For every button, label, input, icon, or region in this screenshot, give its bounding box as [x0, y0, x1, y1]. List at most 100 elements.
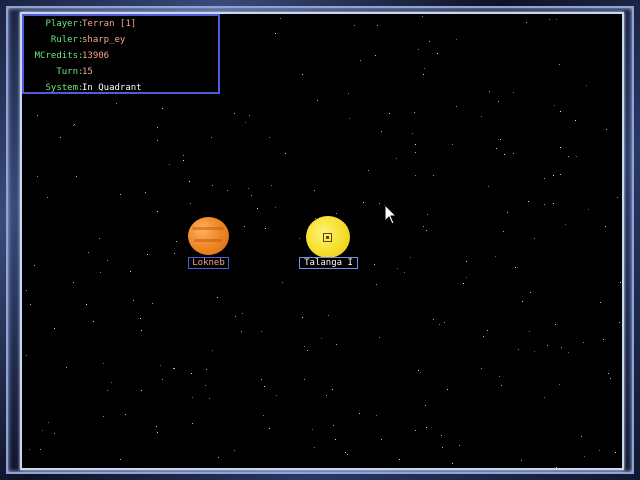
star [285, 153, 286, 154]
star [304, 379, 305, 380]
star [426, 230, 427, 231]
star [130, 271, 131, 272]
star [174, 253, 175, 254]
star [377, 25, 378, 26]
system-label: System [45, 83, 78, 93]
star [379, 337, 380, 338]
player-label: Player [45, 19, 78, 29]
star [526, 22, 527, 23]
info-panel: Player : Terran [1] Ruler : sharp_ey MCr… [22, 14, 220, 94]
planet-label-talanga-i[interactable]: Talanga I [299, 257, 358, 269]
star [176, 241, 177, 242]
star [37, 176, 38, 177]
star [528, 201, 529, 202]
star [156, 426, 157, 427]
star [553, 175, 554, 176]
star [456, 106, 457, 107]
star [588, 209, 589, 210]
star [93, 321, 94, 322]
star [48, 422, 49, 423]
star [560, 174, 561, 175]
star [251, 195, 252, 196]
star [565, 224, 566, 225]
star [360, 60, 361, 61]
star [560, 147, 561, 148]
star [415, 144, 416, 145]
star [269, 137, 270, 138]
star [414, 112, 415, 113]
star [209, 398, 210, 399]
star [282, 282, 283, 283]
star [606, 129, 607, 130]
star [568, 352, 569, 353]
star [422, 16, 423, 17]
mcredits-label: MCredits [34, 51, 78, 61]
star [261, 331, 262, 332]
star [100, 272, 101, 273]
star [147, 254, 148, 255]
star [336, 344, 337, 345]
ruler-value: sharp_ey [82, 35, 126, 45]
star [29, 449, 30, 450]
star [489, 91, 490, 92]
star [481, 116, 482, 117]
star [183, 160, 184, 161]
star [483, 336, 484, 337]
star [162, 108, 163, 109]
star [120, 459, 121, 460]
star [466, 277, 467, 278]
star [499, 376, 500, 377]
star [575, 120, 576, 121]
planet-lokneb[interactable] [188, 217, 229, 255]
star [248, 188, 249, 189]
star [559, 384, 560, 385]
star [141, 390, 142, 391]
star [275, 207, 276, 208]
mcredits-value: 13906 [82, 51, 110, 61]
star [529, 331, 530, 332]
planet-label-lokneb[interactable]: Lokneb [188, 257, 229, 269]
star [603, 339, 604, 340]
star [521, 460, 522, 461]
selection-dot [326, 236, 329, 239]
star [554, 105, 555, 106]
star [54, 433, 55, 434]
star [452, 463, 453, 464]
star [359, 413, 360, 414]
star [581, 436, 582, 437]
star [116, 103, 117, 104]
star [271, 185, 272, 186]
star [234, 450, 235, 451]
star [335, 439, 336, 440]
star [264, 386, 265, 387]
star [54, 328, 55, 329]
star [189, 181, 190, 182]
star [513, 153, 514, 154]
star [429, 41, 430, 42]
star [515, 267, 516, 268]
star [425, 405, 426, 406]
star [363, 202, 364, 203]
star [556, 467, 557, 468]
star [518, 349, 519, 350]
star [605, 226, 606, 227]
star [245, 122, 246, 123]
star [608, 373, 609, 374]
star [423, 74, 424, 75]
star [456, 39, 457, 40]
star-map-viewport[interactable]: Player : Terran [1] Ruler : sharp_ey MCr… [20, 12, 624, 470]
star [447, 389, 448, 390]
star [496, 148, 497, 149]
star [103, 363, 104, 364]
arrow-cursor-icon [384, 204, 398, 225]
star [615, 452, 616, 453]
star [397, 268, 398, 269]
star [620, 282, 621, 283]
star [242, 313, 243, 314]
star [488, 186, 489, 187]
star [249, 115, 250, 116]
star [375, 55, 376, 56]
star [441, 435, 442, 436]
star [302, 74, 303, 75]
star [513, 92, 514, 93]
